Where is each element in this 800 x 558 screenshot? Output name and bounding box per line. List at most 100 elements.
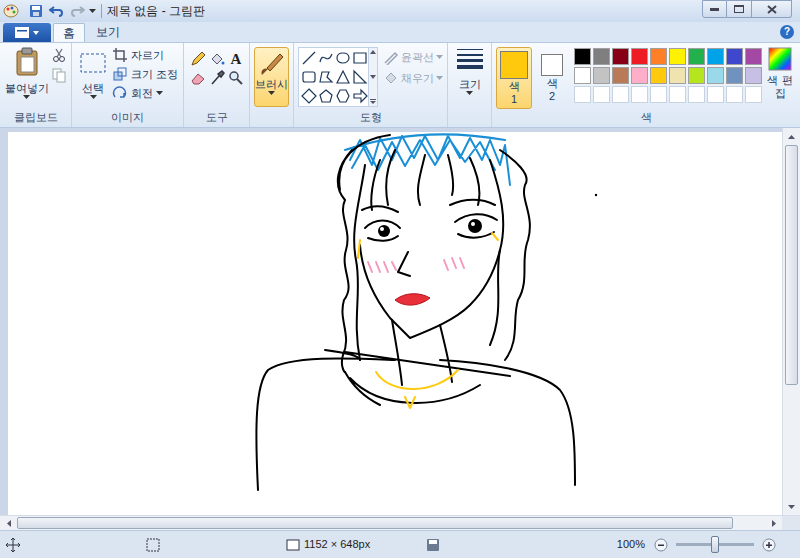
palette-color[interactable]	[707, 67, 724, 84]
diamond-shape-icon[interactable]	[301, 88, 317, 104]
edit-colors-button[interactable]: 색 편집	[766, 47, 794, 100]
palette-color[interactable]	[669, 67, 686, 84]
arrow-shape-icon[interactable]	[352, 88, 368, 104]
palette-color[interactable]	[574, 48, 591, 65]
help-button[interactable]: ?	[780, 25, 794, 39]
color-picker-icon[interactable]	[209, 70, 225, 86]
hexagon-shape-icon[interactable]	[335, 88, 351, 104]
gallery-down-icon[interactable]	[370, 75, 376, 79]
vertical-scrollbar[interactable]	[782, 128, 800, 515]
ribbon-tab[interactable]: 보기	[87, 23, 129, 42]
save-icon[interactable]	[29, 4, 43, 18]
fill-button[interactable]: 채우기	[383, 70, 443, 87]
rounded-rectangle-shape-icon[interactable]	[301, 69, 317, 85]
palette-color[interactable]	[631, 67, 648, 84]
palette-color[interactable]	[726, 67, 743, 84]
polygon-shape-icon[interactable]	[318, 69, 334, 85]
gallery-more-icon[interactable]	[370, 99, 376, 104]
maximize-button[interactable]	[727, 0, 752, 18]
canvas-drawing[interactable]	[8, 132, 782, 515]
palette-color[interactable]	[726, 48, 743, 65]
palette-color[interactable]	[745, 86, 762, 103]
close-button[interactable]	[752, 0, 792, 18]
zoom-slider-thumb[interactable]	[711, 536, 719, 553]
gallery-up-icon[interactable]	[370, 50, 376, 54]
palette-color[interactable]	[593, 86, 610, 103]
paint-app-icon[interactable]	[3, 3, 19, 19]
paste-button[interactable]: 붙여넣기	[4, 47, 49, 99]
eraser-icon[interactable]	[190, 70, 206, 86]
rotate-icon[interactable]	[112, 85, 128, 101]
cut-icon[interactable]	[51, 47, 67, 63]
dropdown-arrow-icon[interactable]	[466, 91, 473, 95]
palette-color[interactable]	[688, 48, 705, 65]
palette-color[interactable]	[593, 67, 610, 84]
palette-color[interactable]	[745, 48, 762, 65]
resize-icon[interactable]	[112, 66, 128, 82]
scroll-right-icon[interactable]	[772, 520, 776, 527]
line-shape-icon[interactable]	[301, 50, 317, 66]
color-slot[interactable]: 색 2	[534, 47, 570, 109]
dropdown-arrow-icon[interactable]	[156, 91, 163, 95]
text-tool[interactable]: A	[228, 51, 244, 67]
palette-color[interactable]	[612, 48, 629, 65]
palette-color[interactable]	[593, 48, 610, 65]
zoom-in-icon[interactable]	[762, 538, 776, 552]
palette-color[interactable]	[745, 67, 762, 84]
scroll-thumb[interactable]	[785, 145, 798, 385]
minimize-button[interactable]	[702, 0, 727, 18]
palette-color[interactable]	[574, 67, 591, 84]
palette-color[interactable]	[650, 86, 667, 103]
quick-access-menu-icon[interactable]	[89, 9, 96, 13]
copy-icon[interactable]	[51, 67, 67, 83]
crop-icon[interactable]	[112, 47, 128, 63]
palette-color[interactable]	[612, 86, 629, 103]
palette-color[interactable]	[688, 67, 705, 84]
palette-color[interactable]	[707, 48, 724, 65]
hair-color-stroke	[345, 134, 510, 185]
undo-icon[interactable]	[49, 4, 65, 18]
palette-color[interactable]	[612, 67, 629, 84]
palette-color[interactable]	[631, 48, 648, 65]
image-command[interactable]: 회전	[112, 85, 178, 101]
app-menu-button[interactable]	[3, 23, 51, 42]
scroll-thumb[interactable]	[17, 517, 733, 529]
palette-color[interactable]	[688, 86, 705, 103]
redo-icon[interactable]	[69, 4, 85, 18]
select-button[interactable]: 선택	[76, 47, 110, 99]
magnifier-icon[interactable]	[228, 70, 244, 86]
palette-color[interactable]	[650, 48, 667, 65]
right-triangle-shape-icon[interactable]	[352, 69, 368, 85]
zoom-slider[interactable]	[676, 543, 754, 546]
dropdown-arrow-icon[interactable]	[90, 95, 97, 99]
pentagon-shape-icon[interactable]	[318, 88, 334, 104]
palette-color[interactable]	[631, 86, 648, 103]
palette-color[interactable]	[726, 86, 743, 103]
curve-shape-icon[interactable]	[318, 50, 334, 66]
dropdown-arrow-icon[interactable]	[268, 91, 275, 95]
horizontal-scrollbar[interactable]	[0, 515, 800, 530]
brush-button[interactable]: 브러시	[254, 47, 289, 107]
palette-color[interactable]	[650, 67, 667, 84]
oval-shape-icon[interactable]	[335, 50, 351, 66]
fill-icon[interactable]	[209, 51, 225, 67]
rectangle-shape-icon[interactable]	[352, 50, 368, 66]
scroll-up-icon[interactable]	[788, 135, 795, 139]
image-command[interactable]: 자르기	[112, 47, 178, 63]
palette-color[interactable]	[574, 86, 591, 103]
zoom-out-icon[interactable]	[654, 538, 668, 552]
scroll-left-icon[interactable]	[7, 520, 11, 527]
palette-color[interactable]	[669, 86, 686, 103]
outline-button[interactable]: 윤곽선	[383, 49, 443, 66]
palette-color[interactable]	[707, 86, 724, 103]
size-button[interactable]: 크기	[452, 47, 487, 95]
canvas[interactable]	[8, 132, 782, 515]
image-command[interactable]: 크기 조정	[112, 66, 178, 82]
triangle-shape-icon[interactable]	[335, 69, 351, 85]
scroll-down-icon[interactable]	[788, 505, 795, 509]
color-slot[interactable]: 색 1	[496, 47, 532, 109]
dropdown-arrow-icon[interactable]	[23, 95, 30, 99]
palette-color[interactable]	[669, 48, 686, 65]
ribbon-tab[interactable]: 홈	[53, 23, 85, 42]
pencil-icon[interactable]	[190, 51, 206, 67]
